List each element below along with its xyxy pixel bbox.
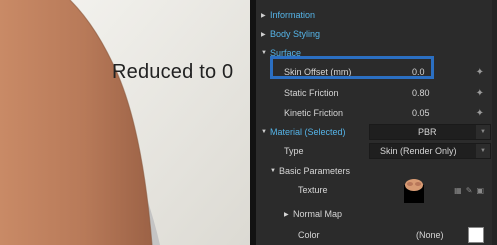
type-dropdown-value: Skin (Render Only) xyxy=(380,146,457,156)
type-label: Type xyxy=(284,146,304,156)
normal-map-label: Normal Map xyxy=(293,209,343,219)
texture-row[interactable]: Texture ▦ ✎ ▣ xyxy=(256,177,492,203)
color-label: Color xyxy=(298,230,320,240)
type-dropdown[interactable]: Skin (Render Only) ▼ xyxy=(369,143,491,159)
kinetic-friction-row[interactable]: Kinetic Friction 0.05 ✦ xyxy=(256,103,492,123)
pin-icon[interactable]: ✦ xyxy=(476,88,484,99)
section-information[interactable]: ▶ Information xyxy=(261,5,497,25)
trash-icon[interactable]: ▣ xyxy=(476,186,484,195)
kinetic-friction-label: Kinetic Friction xyxy=(284,108,344,118)
properties-panel: ▶ Information ▶ Body Styling ▼ Surface S… xyxy=(256,0,497,245)
color-value: (None) xyxy=(416,230,444,240)
chevron-down-icon: ▼ xyxy=(261,129,267,135)
section-material[interactable]: ▼ Material (Selected) PBR ▼ xyxy=(261,122,497,142)
material-dropdown-value: PBR xyxy=(418,127,437,137)
chevron-right-icon: ▶ xyxy=(284,211,289,218)
material-dropdown[interactable]: PBR ▼ xyxy=(369,124,491,140)
basic-parameters-label: Basic Parameters xyxy=(279,166,351,176)
kinetic-friction-value[interactable]: 0.05 xyxy=(412,108,430,118)
chevron-down-icon: ▼ xyxy=(270,168,276,174)
edit-icon[interactable]: ✎ xyxy=(466,186,473,195)
panel-scrollbar[interactable] xyxy=(492,0,497,245)
avatar-shoulder-render xyxy=(0,0,250,245)
pin-icon[interactable]: ✦ xyxy=(476,67,484,78)
texture-thumbnail[interactable] xyxy=(402,177,426,203)
pin-icon[interactable]: ✦ xyxy=(476,108,484,119)
color-swatch[interactable] xyxy=(468,227,484,243)
viewport-caption: Reduced to 0 xyxy=(112,61,234,83)
chevron-down-icon: ▼ xyxy=(476,144,490,158)
basic-parameters-row[interactable]: ▼ Basic Parameters xyxy=(270,161,497,181)
static-friction-label: Static Friction xyxy=(284,88,339,98)
texture-actions: ▦ ✎ ▣ xyxy=(454,186,484,195)
static-friction-value[interactable]: 0.80 xyxy=(412,88,430,98)
chevron-right-icon: ▶ xyxy=(261,31,266,38)
type-row: Type Skin (Render Only) ▼ xyxy=(256,141,492,161)
3d-viewport[interactable]: Reduced to 0 xyxy=(0,0,250,245)
color-row[interactable]: Color (None) xyxy=(256,225,492,245)
chevron-down-icon: ▼ xyxy=(261,50,267,56)
section-body-styling-label: Body Styling xyxy=(270,29,321,39)
grid-icon[interactable]: ▦ xyxy=(454,186,462,195)
skin-offset-highlight xyxy=(270,56,434,79)
static-friction-row[interactable]: Static Friction 0.80 ✦ xyxy=(256,83,492,103)
section-body-styling[interactable]: ▶ Body Styling xyxy=(261,24,497,44)
section-information-label: Information xyxy=(270,10,316,20)
texture-label: Texture xyxy=(298,185,328,195)
normal-map-row[interactable]: ▶ Normal Map ▦ ✎ ▣ xyxy=(284,204,497,224)
chevron-right-icon: ▶ xyxy=(261,12,266,19)
section-material-label: Material (Selected) xyxy=(270,127,346,137)
chevron-down-icon: ▼ xyxy=(476,125,490,139)
